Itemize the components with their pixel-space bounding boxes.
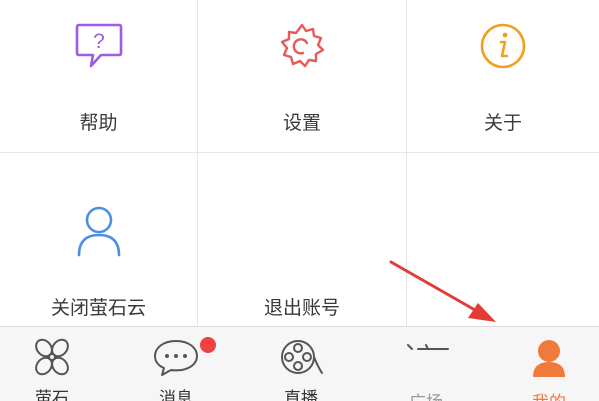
empty-cell: [407, 153, 599, 326]
help-item[interactable]: ? 帮助: [0, 0, 197, 152]
tab-square[interactable]: 广场: [374, 327, 478, 401]
film-reel-icon: [281, 340, 323, 374]
tab-me[interactable]: 我的: [499, 327, 599, 401]
info-icon: [480, 23, 526, 69]
svg-text:?: ?: [93, 30, 105, 53]
help-bubble-icon: ?: [75, 23, 122, 68]
bottom-tab-bar: 萤石 消息 直播: [0, 326, 599, 401]
tab-live[interactable]: 直播: [249, 327, 353, 401]
help-label: 帮助: [79, 113, 118, 134]
about-label: 关于: [483, 113, 522, 134]
settings-gear-icon: [280, 23, 325, 68]
profile-icon: [533, 340, 565, 377]
user-icon: [77, 206, 120, 257]
about-item[interactable]: 关于: [407, 0, 599, 152]
tab-label: 消息: [159, 389, 193, 401]
tab-label: 我的: [499, 388, 599, 401]
settings-item[interactable]: 设置: [198, 0, 406, 152]
settings-label: 设置: [282, 113, 321, 134]
square-icon: [407, 344, 449, 350]
close-cloud-item[interactable]: 关闭萤石云: [0, 153, 197, 326]
unread-badge: [200, 337, 216, 353]
fan-icon: [35, 338, 69, 376]
tab-label: 直播: [284, 389, 318, 401]
tab-label: 萤石: [35, 389, 69, 401]
tab-ezviz[interactable]: 萤石: [0, 327, 104, 401]
menu-grid: ? 帮助 设置 关于 关闭萤石云 退出账号: [0, 0, 599, 326]
logout-item[interactable]: 退出账号: [198, 153, 406, 326]
tab-messages[interactable]: 消息: [124, 327, 228, 401]
logout-label: 退出账号: [263, 298, 340, 319]
tab-label: 广场: [374, 388, 478, 401]
close-cloud-label: 关闭萤石云: [50, 298, 146, 319]
chat-icon: [154, 340, 198, 376]
